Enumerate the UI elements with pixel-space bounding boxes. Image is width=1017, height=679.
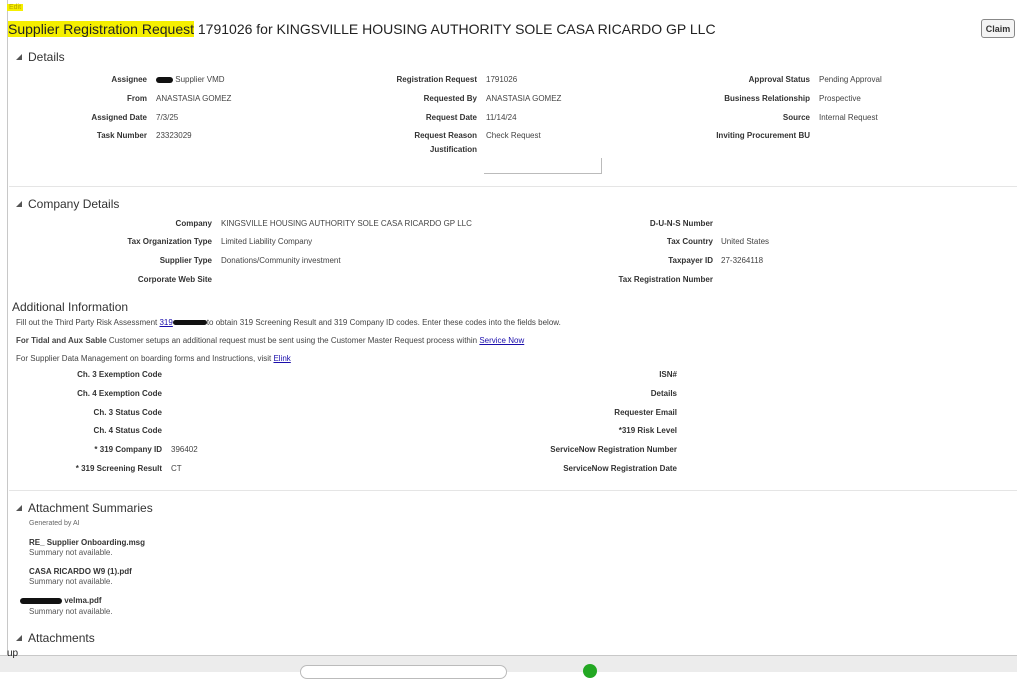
collapse-triangle-icon: [16, 505, 22, 511]
taxpayer-id-label: Taxpayer ID: [668, 256, 713, 265]
section-divider: [9, 490, 1017, 491]
redaction-mark: [156, 76, 173, 83]
assignee-label: Assignee: [111, 75, 147, 84]
attachment-summaries-header[interactable]: Attachment Summaries: [16, 501, 153, 515]
request-reason-label: Request Reason: [414, 131, 477, 140]
service-now-link[interactable]: Service Now: [479, 336, 524, 345]
app-icon[interactable]: [583, 664, 597, 678]
company-value: KINGSVILLE HOUSING AUTHORITY SOLE CASA R…: [221, 219, 472, 228]
from-label: From: [127, 94, 147, 103]
sdm-instructions: For Supplier Data Management on boarding…: [16, 354, 291, 363]
requester-email-label: Requester Email: [614, 408, 677, 417]
details-section-header[interactable]: Details: [16, 50, 65, 64]
justification-label: Justification: [429, 145, 477, 154]
tidal-instructions: For Tidal and Aux Sable Customer setups …: [16, 336, 525, 345]
ch4-exemption-label: Ch. 4 Exemption Code: [77, 389, 162, 398]
business-relationship-value: Prospective: [819, 94, 861, 103]
tax-country-label: Tax Country: [666, 237, 713, 246]
left-pane-text: up: [7, 648, 19, 659]
attachment-summary: Summary not available.: [29, 548, 113, 557]
request-date-value: 11/14/24: [486, 113, 517, 122]
requested-by-label: Requested By: [423, 94, 477, 103]
attachment-name: velma.pdf: [20, 596, 102, 605]
attachments-section-header[interactable]: Attachments: [16, 631, 95, 645]
attachment-summary: Summary not available.: [29, 577, 113, 586]
company-id-label: * 319 Company ID: [94, 445, 162, 454]
duns-label: D-U-N-S Number: [649, 219, 713, 228]
registration-request-label: Registration Request: [396, 75, 477, 84]
collapse-triangle-icon: [16, 201, 22, 207]
attachment-name: CASA RICARDO W9 (1).pdf: [29, 567, 132, 576]
tax-org-type-label: Tax Organization Type: [127, 237, 212, 246]
isn-label: ISN#: [659, 370, 677, 379]
sn-reg-number-label: ServiceNow Registration Number: [550, 445, 677, 454]
taxpayer-id-value: 27-3264118: [721, 256, 764, 265]
claim-button[interactable]: Claim: [981, 19, 1015, 38]
website-label: Corporate Web Site: [137, 275, 212, 284]
elink-link[interactable]: Elink: [273, 354, 290, 363]
assignee-value: Supplier VMD: [156, 75, 225, 84]
left-panel-edge: [0, 0, 8, 655]
source-value: Internal Request: [819, 113, 878, 122]
screening-result-value: CT: [171, 464, 182, 473]
task-number-label: Task Number: [96, 131, 147, 140]
additional-info-header: Additional Information: [12, 300, 129, 314]
section-divider: [9, 186, 1017, 187]
taskbar-search-box[interactable]: [300, 665, 507, 679]
details-label: Details: [650, 389, 677, 398]
tax-country-value: United States: [721, 237, 770, 246]
collapse-triangle-icon: [16, 635, 22, 641]
risk-level-label: *319 Risk Level: [618, 426, 677, 435]
ch3-status-label: Ch. 3 Status Code: [93, 408, 162, 417]
inviting-bu-label: Inviting Procurement BU: [716, 131, 810, 140]
supplier-type-value: Donations/Community investment: [221, 256, 341, 265]
page-title: Supplier Registration Request 1791026 fo…: [8, 21, 716, 37]
source-label: Source: [782, 113, 810, 122]
collapse-triangle-icon: [16, 54, 22, 60]
request-date-label: Request Date: [425, 113, 477, 122]
supplier-type-label: Supplier Type: [159, 256, 212, 265]
approval-status-value: Pending Approval: [819, 75, 882, 84]
company-id-value: 396402: [171, 445, 198, 454]
task-number-value: 23323029: [156, 131, 192, 140]
attachment-summary: Summary not available.: [29, 607, 113, 616]
tax-org-type-value: Limited Liability Company: [221, 237, 313, 246]
redaction-mark: [20, 597, 62, 604]
tax-reg-number-label: Tax Registration Number: [618, 275, 713, 284]
taskbar: [0, 655, 1017, 672]
assigned-date-label: Assigned Date: [91, 113, 147, 122]
tpra-instructions: Fill out the Third Party Risk Assessment…: [16, 318, 561, 327]
registration-request-value: 1791026: [486, 75, 518, 84]
redaction-mark: [172, 320, 207, 326]
business-relationship-label: Business Relationship: [724, 94, 810, 103]
assigned-date-value: 7/3/25: [156, 113, 179, 122]
generated-by-ai-note: Generated by AI: [29, 520, 80, 527]
ch3-exemption-label: Ch. 3 Exemption Code: [77, 370, 162, 379]
screening-result-label: * 319 Screening Result: [75, 464, 162, 473]
sn-reg-date-label: ServiceNow Registration Date: [563, 464, 677, 473]
company-details-section-header[interactable]: Company Details: [16, 197, 119, 211]
requested-by-value: ANASTASIA GOMEZ: [486, 94, 562, 103]
approval-status-label: Approval Status: [748, 75, 810, 84]
from-value: ANASTASIA GOMEZ: [156, 94, 232, 103]
ch4-status-label: Ch. 4 Status Code: [93, 426, 162, 435]
attachment-name: RE_ Supplier Onboarding.msg: [29, 538, 146, 547]
company-label: Company: [175, 219, 212, 228]
tpra-319-link[interactable]: 319: [159, 318, 172, 327]
page-title-highlight: Supplier Registration Request: [8, 21, 194, 37]
edit-link[interactable]: Edit: [7, 4, 24, 11]
page-title-rest: 1791026 for KINGSVILLE HOUSING AUTHORITY…: [194, 21, 716, 37]
request-reason-value: Check Request: [486, 131, 541, 140]
justification-textarea[interactable]: [484, 158, 602, 174]
